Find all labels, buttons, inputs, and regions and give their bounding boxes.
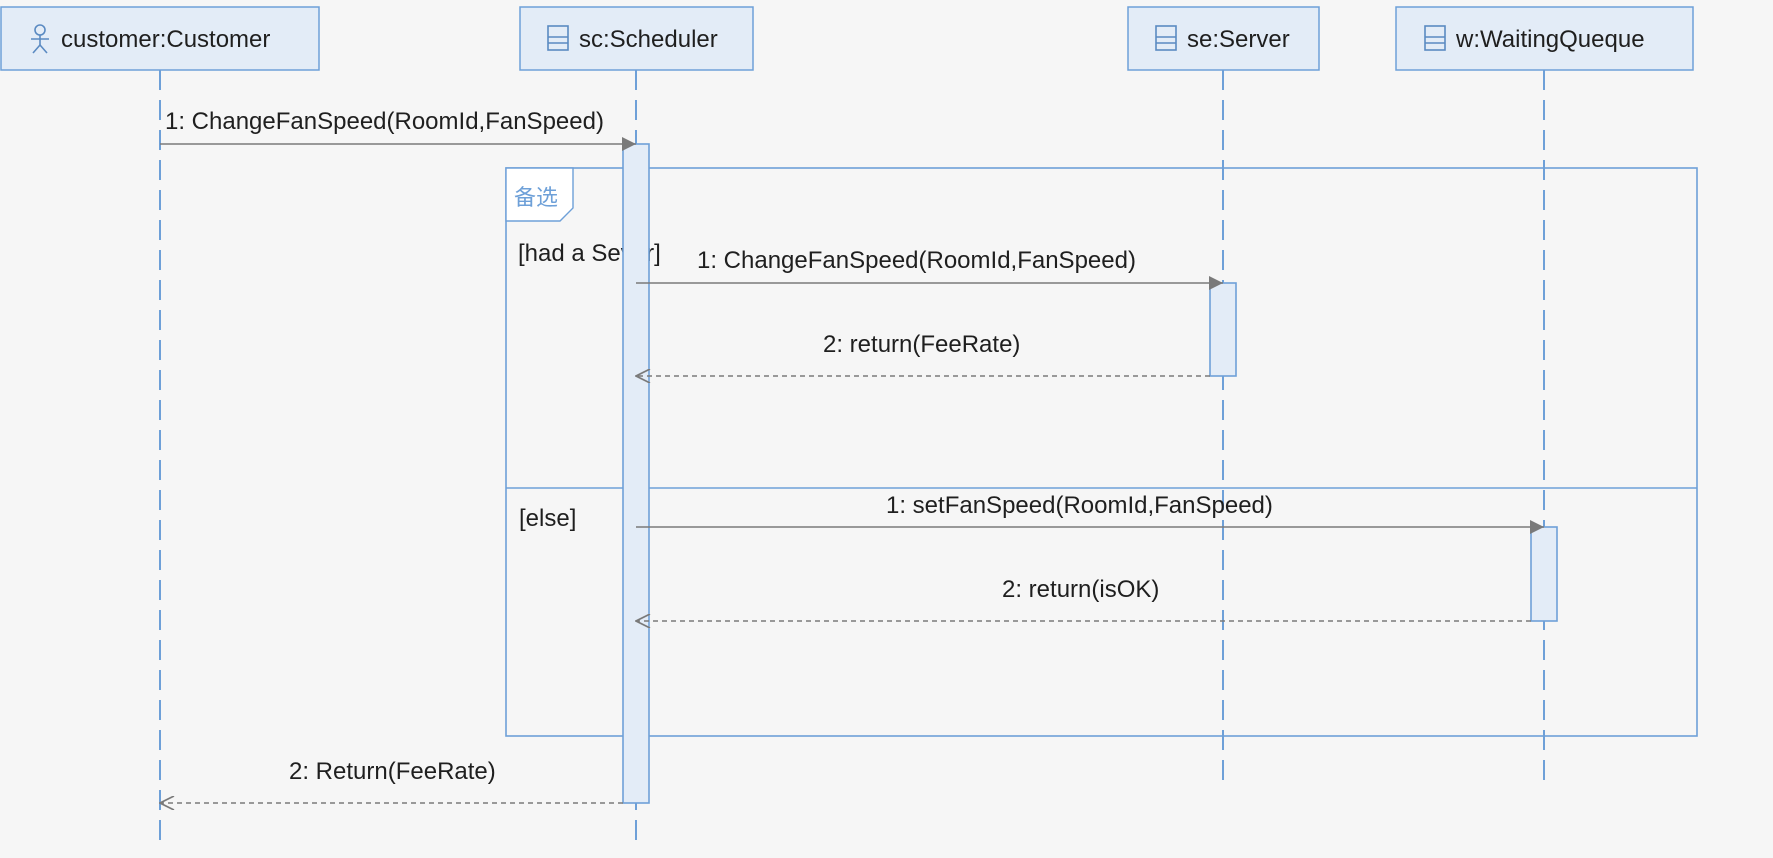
- participant-server-label: se:Server: [1187, 26, 1290, 53]
- participant-scheduler[interactable]: sc:Scheduler: [519, 6, 754, 71]
- message-set-fan-speed-label: 1: setFanSpeed(RoomId,FanSpeed): [886, 492, 1273, 519]
- message-return-is-ok[interactable]: 2: return(isOK): [636, 576, 1531, 621]
- message-return-fee-rate-label: 2: return(FeeRate): [823, 331, 1020, 358]
- sequence-diagram: customer:Customer sc:Scheduler se:Server…: [0, 0, 1773, 858]
- activation-scheduler: [622, 143, 650, 804]
- message-final-return-label: 2: Return(FeeRate): [289, 758, 496, 785]
- guard-else: [else]: [519, 505, 576, 532]
- participant-waiting-queue-label: w:WaitingQueque: [1455, 26, 1645, 53]
- activation-server: [1209, 282, 1237, 377]
- participant-scheduler-label: sc:Scheduler: [579, 26, 718, 53]
- activation-waiting-queue: [1530, 526, 1558, 622]
- message-set-fan-speed[interactable]: 1: setFanSpeed(RoomId,FanSpeed): [636, 492, 1544, 534]
- participant-waiting-queue[interactable]: w:WaitingQueque: [1395, 6, 1694, 71]
- participant-customer[interactable]: customer:Customer: [0, 6, 320, 71]
- fragment-operator-label: 备选: [514, 186, 558, 211]
- message-return-is-ok-label: 2: return(isOK): [1002, 576, 1159, 603]
- message-change-fan-speed-label: 1: ChangeFanSpeed(RoomId,FanSpeed): [165, 108, 604, 135]
- message-server-change-fan-speed-label: 1: ChangeFanSpeed(RoomId,FanSpeed): [697, 247, 1136, 274]
- diagram-canvas: customer:Customer sc:Scheduler se:Server…: [0, 6, 1698, 850]
- message-return-fee-rate[interactable]: 2: return(FeeRate): [636, 331, 1210, 376]
- message-change-fan-speed[interactable]: 1: ChangeFanSpeed(RoomId,FanSpeed): [160, 108, 636, 151]
- participant-customer-label: customer:Customer: [61, 26, 270, 53]
- participant-server[interactable]: se:Server: [1127, 6, 1320, 71]
- message-final-return[interactable]: 2: Return(FeeRate): [160, 758, 623, 803]
- message-server-change-fan-speed[interactable]: 1: ChangeFanSpeed(RoomId,FanSpeed): [636, 247, 1223, 290]
